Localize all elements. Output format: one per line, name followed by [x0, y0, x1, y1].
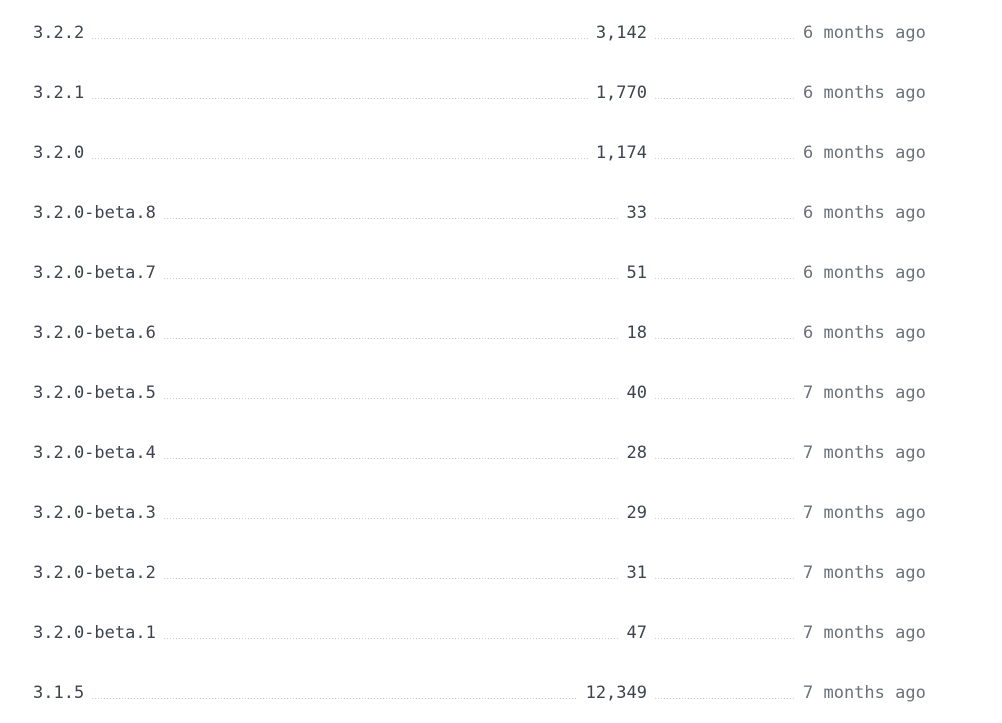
download-count: 28 — [626, 443, 647, 463]
version-label[interactable]: 3.2.0-beta.2 — [33, 543, 156, 603]
dotted-leader — [655, 145, 795, 162]
release-date: 6 months ago — [803, 323, 926, 343]
version-label[interactable]: 3.2.0-beta.3 — [33, 483, 156, 543]
version-label[interactable]: 3.2.0-beta.1 — [33, 603, 156, 663]
download-count: 29 — [626, 503, 647, 523]
dotted-leader — [163, 265, 619, 282]
release-row[interactable]: 3.2.0-beta.5 40 7 months ago — [0, 363, 1002, 423]
release-row[interactable]: 3.2.0-beta.3 29 7 months ago — [0, 483, 1002, 543]
release-row[interactable]: 3.2.0 1,174 6 months ago — [0, 123, 1002, 183]
download-count: 31 — [626, 563, 647, 583]
dotted-leader — [655, 325, 795, 342]
release-row[interactable]: 3.1.5 12,349 7 months ago — [0, 663, 1002, 723]
dotted-leader — [655, 25, 795, 42]
version-label[interactable]: 3.2.0-beta.4 — [33, 423, 156, 483]
version-label[interactable]: 3.2.1 — [33, 63, 84, 123]
release-date: 6 months ago — [803, 203, 926, 223]
version-label[interactable]: 3.2.2 — [33, 3, 84, 63]
dotted-leader — [92, 145, 588, 162]
release-date: 7 months ago — [803, 623, 926, 643]
version-label[interactable]: 3.1.5 — [33, 663, 84, 723]
release-date: 6 months ago — [803, 23, 926, 43]
version-label[interactable]: 3.2.0-beta.6 — [33, 303, 156, 363]
release-version-list: 3.2.2 3,142 6 months ago 3.2.1 1,770 6 months… — [0, 0, 1002, 722]
download-count: 51 — [626, 263, 647, 283]
release-row[interactable]: 3.2.2 3,142 6 months ago — [0, 3, 1002, 63]
download-count: 1,174 — [595, 143, 647, 163]
download-count: 3,142 — [595, 23, 647, 43]
release-date: 7 months ago — [803, 683, 926, 703]
release-row[interactable]: 3.2.0-beta.1 47 7 months ago — [0, 603, 1002, 663]
release-row[interactable]: 3.2.0-beta.2 31 7 months ago — [0, 543, 1002, 603]
dotted-leader — [163, 385, 619, 402]
release-row[interactable]: 3.2.0-beta.6 18 6 months ago — [0, 303, 1002, 363]
dotted-leader — [163, 625, 619, 642]
download-count: 18 — [626, 323, 647, 343]
release-date: 7 months ago — [803, 503, 926, 523]
release-date: 6 months ago — [803, 143, 926, 163]
dotted-leader — [655, 205, 795, 222]
dotted-leader — [655, 85, 795, 102]
dotted-leader — [655, 565, 795, 582]
dotted-leader — [655, 445, 795, 462]
download-count: 33 — [626, 203, 647, 223]
release-date: 6 months ago — [803, 263, 926, 283]
download-count: 1,770 — [595, 83, 647, 103]
dotted-leader — [655, 505, 795, 522]
version-label[interactable]: 3.2.0-beta.8 — [33, 183, 156, 243]
dotted-leader — [163, 505, 619, 522]
dotted-leader — [92, 685, 578, 702]
download-count: 47 — [626, 623, 647, 643]
version-label[interactable]: 3.2.0-beta.7 — [33, 243, 156, 303]
release-date: 7 months ago — [803, 443, 926, 463]
dotted-leader — [92, 25, 588, 42]
release-row[interactable]: 3.2.0-beta.7 51 6 months ago — [0, 243, 1002, 303]
release-row[interactable]: 3.2.0-beta.4 28 7 months ago — [0, 423, 1002, 483]
dotted-leader — [163, 565, 619, 582]
download-count: 40 — [626, 383, 647, 403]
dotted-leader — [163, 205, 619, 222]
release-row[interactable]: 3.2.0-beta.8 33 6 months ago — [0, 183, 1002, 243]
dotted-leader — [655, 685, 795, 702]
dotted-leader — [163, 325, 619, 342]
release-date: 6 months ago — [803, 83, 926, 103]
version-label[interactable]: 3.2.0 — [33, 123, 84, 183]
release-date: 7 months ago — [803, 383, 926, 403]
release-row[interactable]: 3.2.1 1,770 6 months ago — [0, 63, 1002, 123]
version-label[interactable]: 3.2.0-beta.5 — [33, 363, 156, 423]
dotted-leader — [655, 625, 795, 642]
dotted-leader — [92, 85, 588, 102]
release-date: 7 months ago — [803, 563, 926, 583]
dotted-leader — [163, 445, 619, 462]
dotted-leader — [655, 265, 795, 282]
download-count: 12,349 — [585, 683, 647, 703]
dotted-leader — [655, 385, 795, 402]
